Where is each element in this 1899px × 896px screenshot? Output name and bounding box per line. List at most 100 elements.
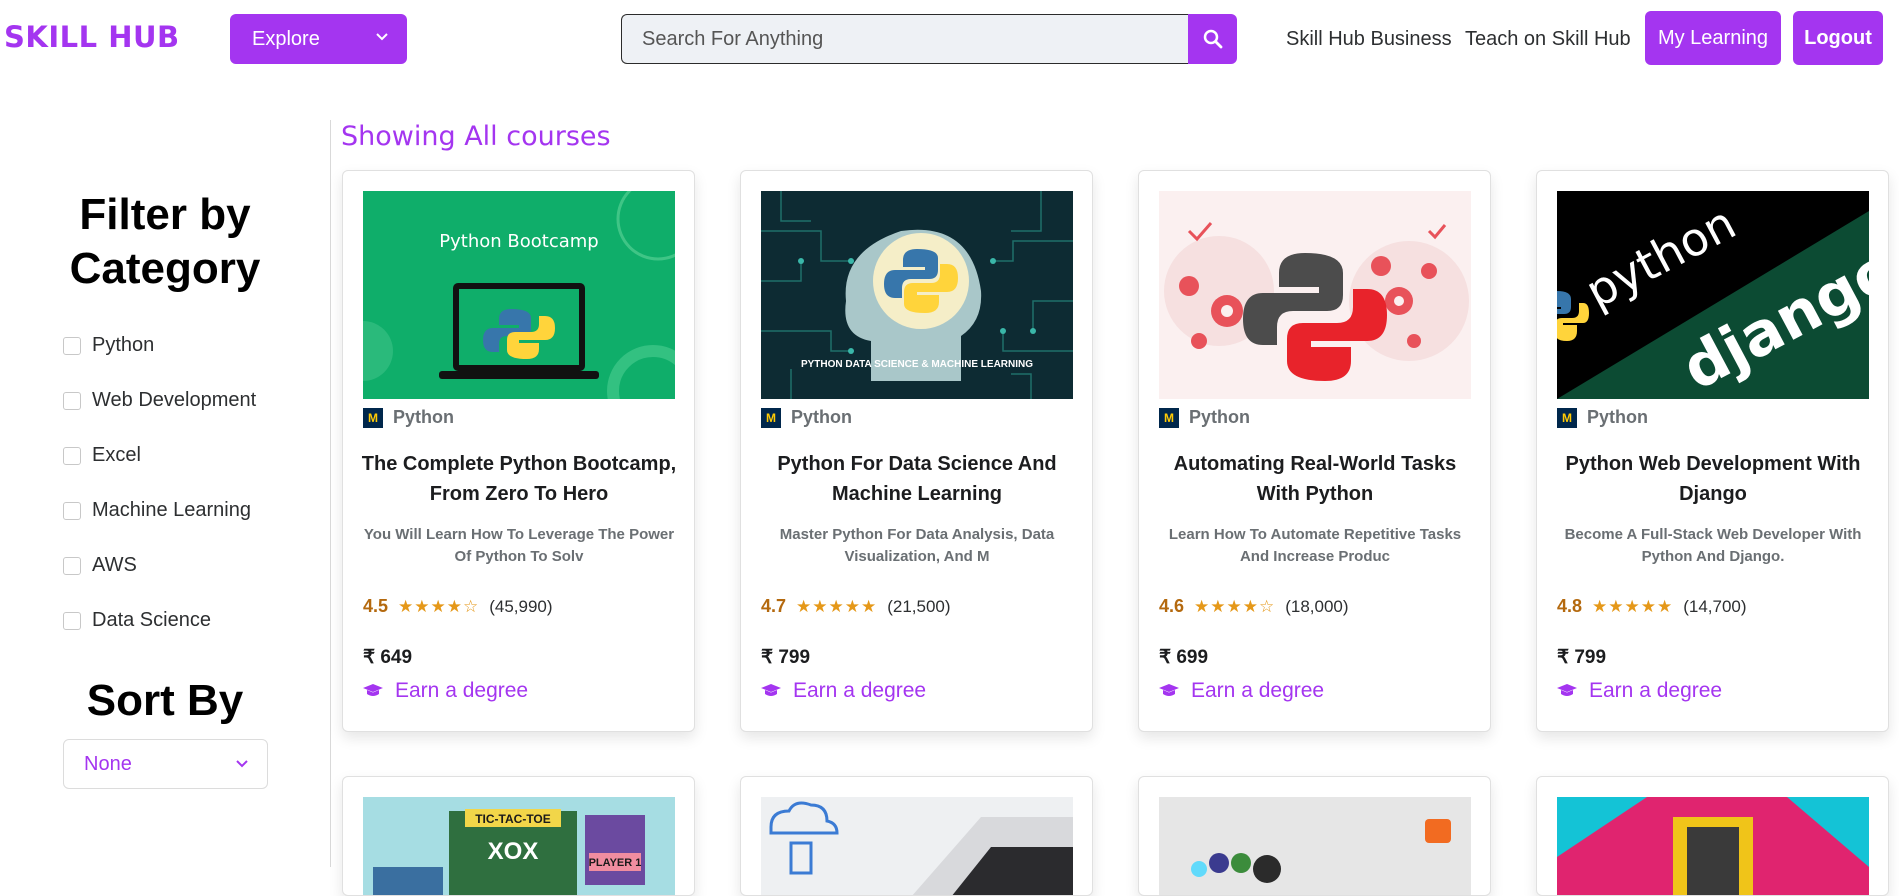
course-title: Python For Data Science And Machine Lear… (777, 453, 1057, 505)
course-thumbnail: TIC-TAC-TOE XOX PLAYER 1 (363, 797, 675, 895)
search-input[interactable] (621, 14, 1189, 64)
earn-degree-link[interactable]: Earn a degree (1557, 679, 1722, 703)
university-logo-icon: M (1159, 407, 1179, 428)
earn-degree-link[interactable]: Earn a degree (1159, 679, 1324, 703)
review-count: (14,700) (1683, 596, 1747, 616)
course-card[interactable]: Python Bootcamp M Python The Complete Py… (342, 170, 695, 732)
page-heading: Showing All courses (341, 121, 611, 152)
search-bar (621, 14, 1237, 64)
nav-teach-on-skill-hub[interactable]: Teach on Skill Hub (1465, 28, 1631, 51)
category-label: Data Science (92, 609, 211, 631)
graduation-cap-icon (761, 684, 781, 696)
earn-degree-link[interactable]: Earn a degree (363, 679, 528, 703)
category-checkbox[interactable] (63, 446, 81, 465)
search-button[interactable] (1188, 14, 1237, 64)
category-checkbox[interactable] (63, 611, 81, 630)
category-label: AWS (92, 554, 137, 576)
course-thumbnail (1557, 797, 1869, 895)
category-label: Web Development (92, 389, 257, 411)
sort-select[interactable]: None (63, 739, 268, 789)
my-learning-button[interactable]: My Learning (1645, 11, 1781, 65)
rating-row: 4.5 ★★★★☆ (45,990) (363, 596, 553, 617)
course-card[interactable]: M Python Automating Real-World Tasks Wit… (1138, 170, 1491, 732)
course-card[interactable] (740, 776, 1093, 896)
course-card[interactable] (1536, 776, 1889, 896)
course-description: You Will Learn How To Leverage The Power… (363, 526, 675, 565)
rating-row: 4.8 ★★★★★ (14,700) (1557, 596, 1747, 617)
course-provider: M Python (1159, 407, 1250, 428)
rating-row: 4.7 ★★★★★ (21,500) (761, 596, 951, 617)
star-rating-icon: ★★★★☆ (398, 596, 480, 616)
tictactoe-player: PLAYER 1 (589, 857, 642, 869)
earn-degree-label: Earn a degree (395, 679, 529, 702)
star-rating-icon: ★★★★★ (1592, 596, 1674, 616)
course-thumbnail: python django (1557, 191, 1869, 399)
category-checkbox[interactable] (63, 556, 81, 575)
course-provider: M Python (761, 407, 852, 428)
chevron-down-icon (236, 760, 248, 768)
tictactoe-title: TIC-TAC-TOE (475, 812, 551, 826)
course-description: Master Python For Data Analysis, Data Vi… (779, 526, 1055, 565)
university-logo-icon: M (1557, 407, 1577, 428)
course-thumbnail (761, 797, 1073, 895)
review-count: (21,500) (887, 596, 951, 616)
filter-title: Filter by Category (69, 190, 261, 293)
tictactoe-board: XOX (488, 838, 539, 865)
nav-skill-hub-business[interactable]: Skill Hub Business (1286, 28, 1452, 51)
course-description: Become A Full-Stack Web Developer With P… (1564, 526, 1862, 565)
rating-value: 4.8 (1557, 596, 1583, 616)
top-navbar: SKILL HUB Explore Skill Hub Business Tea… (0, 0, 1899, 80)
course-thumbnail: Python Bootcamp (363, 191, 675, 399)
course-thumbnail: PYTHON DATA SCIENCE & MACHINE LEARNING (761, 191, 1073, 399)
course-card[interactable]: TIC-TAC-TOE XOX PLAYER 1 (342, 776, 695, 896)
course-price: ₹ 699 (1159, 647, 1209, 668)
star-rating-icon: ★★★★☆ (1194, 596, 1276, 616)
chevron-down-icon (376, 33, 388, 41)
review-count: (18,000) (1285, 596, 1349, 616)
category-machine-learning[interactable]: Machine Learning (63, 483, 256, 538)
category-label: Python (92, 334, 155, 356)
category-aws[interactable]: AWS (63, 538, 256, 593)
category-data-science[interactable]: Data Science (63, 593, 256, 648)
course-thumbnail (1159, 797, 1471, 895)
provider-name: Python (1587, 407, 1648, 427)
rating-row: 4.6 ★★★★☆ (18,000) (1159, 596, 1349, 617)
university-logo-icon: M (761, 407, 781, 428)
course-card[interactable] (1138, 776, 1491, 896)
graduation-cap-icon (1557, 684, 1577, 696)
thumb-title: PYTHON DATA SCIENCE & MACHINE LEARNING (801, 359, 1033, 370)
category-excel[interactable]: Excel (63, 428, 256, 483)
course-provider: M Python (363, 407, 454, 428)
graduation-cap-icon (1159, 684, 1179, 696)
category-python[interactable]: Python (63, 318, 256, 373)
course-price: ₹ 799 (761, 647, 811, 668)
course-title: Automating Real-World Tasks With Python (1173, 453, 1457, 505)
course-price: ₹ 799 (1557, 647, 1607, 668)
provider-name: Python (791, 407, 852, 427)
course-card[interactable]: python django M Python Python Web Develo… (1536, 170, 1889, 732)
earn-degree-label: Earn a degree (793, 679, 927, 702)
course-description: Learn How To Automate Repetitive Tasks A… (1168, 526, 1462, 565)
logout-button[interactable]: Logout (1793, 11, 1883, 65)
course-price: ₹ 649 (363, 647, 413, 668)
course-thumbnail (1159, 191, 1471, 399)
category-checkbox[interactable] (63, 501, 81, 520)
earn-degree-label: Earn a degree (1589, 679, 1723, 702)
review-count: (45,990) (489, 596, 553, 616)
category-list: Python Web Development Excel Machine Lea… (63, 318, 256, 648)
rating-value: 4.6 (1159, 596, 1185, 616)
course-card[interactable]: PYTHON DATA SCIENCE & MACHINE LEARNING M… (740, 170, 1093, 732)
search-icon (1203, 29, 1222, 49)
provider-name: Python (1189, 407, 1250, 427)
rating-value: 4.5 (363, 596, 389, 616)
category-web-development[interactable]: Web Development (63, 373, 256, 428)
earn-degree-link[interactable]: Earn a degree (761, 679, 926, 703)
category-checkbox[interactable] (63, 336, 81, 355)
graduation-cap-icon (363, 684, 383, 696)
sidebar-divider (330, 120, 331, 867)
explore-dropdown[interactable]: Explore (230, 14, 407, 64)
logo[interactable]: SKILL HUB (4, 20, 180, 54)
rating-value: 4.7 (761, 596, 787, 616)
category-checkbox[interactable] (63, 391, 81, 410)
category-label: Excel (92, 444, 141, 466)
